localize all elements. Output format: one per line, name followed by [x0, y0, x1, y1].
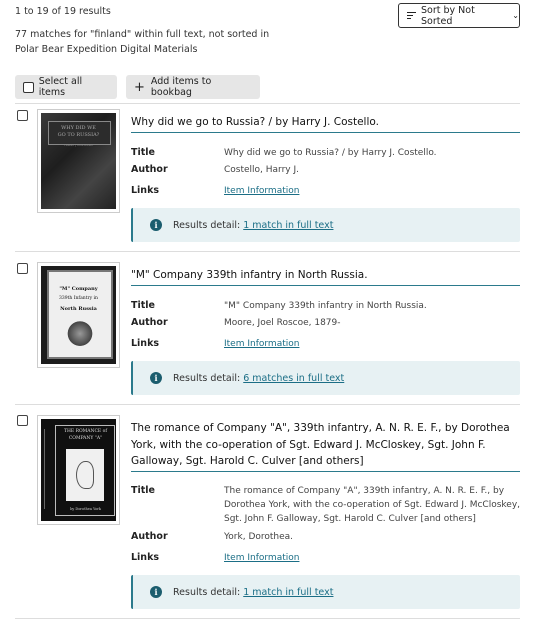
thumbnail-text: HARRY J COSTELLO: [64, 143, 93, 147]
results-detail-box: i Results detail: 1 match in full text: [131, 208, 520, 242]
item-information-link[interactable]: Item Information: [224, 184, 520, 198]
result-title-link[interactable]: Why did we go to Russia? / by Harry J. C…: [131, 114, 520, 133]
author-value: Costello, Harry J.: [224, 165, 300, 175]
author-label: Author: [131, 531, 168, 542]
title-value: Why did we go to Russia? / by Harry J. C…: [224, 148, 437, 158]
full-text-matches-link[interactable]: 1 match in full text: [243, 587, 333, 598]
links-label: Links: [131, 552, 160, 563]
result-thumbnail[interactable]: "M" Company 339th Infantry in North Russ…: [37, 262, 120, 368]
results-count: 1 to 19 of 19 results: [15, 6, 111, 17]
sort-lines-icon: [407, 10, 416, 20]
info-icon: i: [150, 219, 162, 231]
full-text-matches-link[interactable]: 6 matches in full text: [243, 373, 344, 384]
result-checkbox[interactable]: [17, 263, 28, 274]
author-label: Author: [131, 317, 168, 328]
thumbnail-text: COMPANY "A": [68, 436, 103, 441]
item-information-link[interactable]: Item Information: [224, 337, 520, 351]
sort-label: Sort by Not Sorted: [421, 4, 475, 27]
title-label: Title: [131, 147, 155, 158]
divider: [15, 404, 520, 405]
thumbnail-text: WHY DID WE: [61, 125, 96, 131]
results-detail-box: i Results detail: 1 match in full text: [131, 575, 520, 609]
select-all-label: Select all items: [38, 76, 83, 98]
thumbnail-text: by Dorothea York: [70, 507, 101, 511]
result-checkbox[interactable]: [17, 110, 28, 121]
sort-dropdown[interactable]: Sort by Not Sorted ⌄: [398, 3, 520, 28]
title-label: Title: [131, 300, 155, 311]
checkbox-icon: [23, 81, 34, 93]
full-text-matches-link[interactable]: 1 match in full text: [243, 220, 333, 231]
thumbnail-text: GO TO RUSSIA?: [57, 132, 100, 138]
info-icon: i: [150, 372, 162, 384]
thumbnail-text: North Russia: [60, 306, 97, 312]
divider: [15, 251, 520, 252]
result-checkbox[interactable]: [17, 415, 28, 426]
title-value: "M" Company 339th infantry in North Russ…: [224, 301, 427, 311]
author-label: Author: [131, 164, 168, 175]
author-value: Moore, Joel Roscoe, 1879-: [224, 318, 341, 328]
results-detail-label: Results detail:: [173, 219, 241, 231]
results-detail-label: Results detail:: [173, 372, 241, 384]
thumbnail-text: 339th Infantry in: [59, 296, 98, 301]
item-information-link[interactable]: Item Information: [224, 551, 520, 565]
add-to-bookbag-button[interactable]: + Add items to bookbag: [126, 75, 260, 99]
thumbnail-text: THE ROMANCE of: [63, 429, 108, 434]
result-thumbnail[interactable]: THE ROMANCE of COMPANY "A" by Dorothea Y…: [37, 415, 120, 525]
links-label: Links: [131, 185, 160, 196]
results-detail-label: Results detail:: [173, 586, 241, 598]
result-title-link[interactable]: "M" Company 339th infantry in North Russ…: [131, 267, 520, 286]
title-label: Title: [131, 485, 155, 496]
add-bookbag-label: Add items to bookbag: [150, 76, 212, 98]
results-detail-box: i Results detail: 6 matches in full text: [131, 361, 520, 395]
matches-summary: 77 matches for "finland" within full tex…: [15, 29, 270, 55]
links-label: Links: [131, 338, 160, 349]
title-value: The romance of Company "A", 339th infant…: [224, 486, 521, 524]
chevron-down-icon: ⌄: [512, 11, 519, 20]
plus-icon: +: [134, 79, 145, 95]
result-title-link[interactable]: The romance of Company "A", 339th infant…: [131, 420, 520, 472]
select-all-button[interactable]: Select all items: [15, 75, 117, 99]
divider: [15, 618, 520, 619]
thumbnail-text: "M" Company: [59, 286, 98, 292]
author-value: York, Dorothea.: [224, 532, 294, 542]
result-thumbnail[interactable]: WHY DID WE GO TO RUSSIA? HARRY J COSTELL…: [37, 109, 120, 213]
divider: [15, 103, 520, 104]
info-icon: i: [150, 586, 162, 598]
